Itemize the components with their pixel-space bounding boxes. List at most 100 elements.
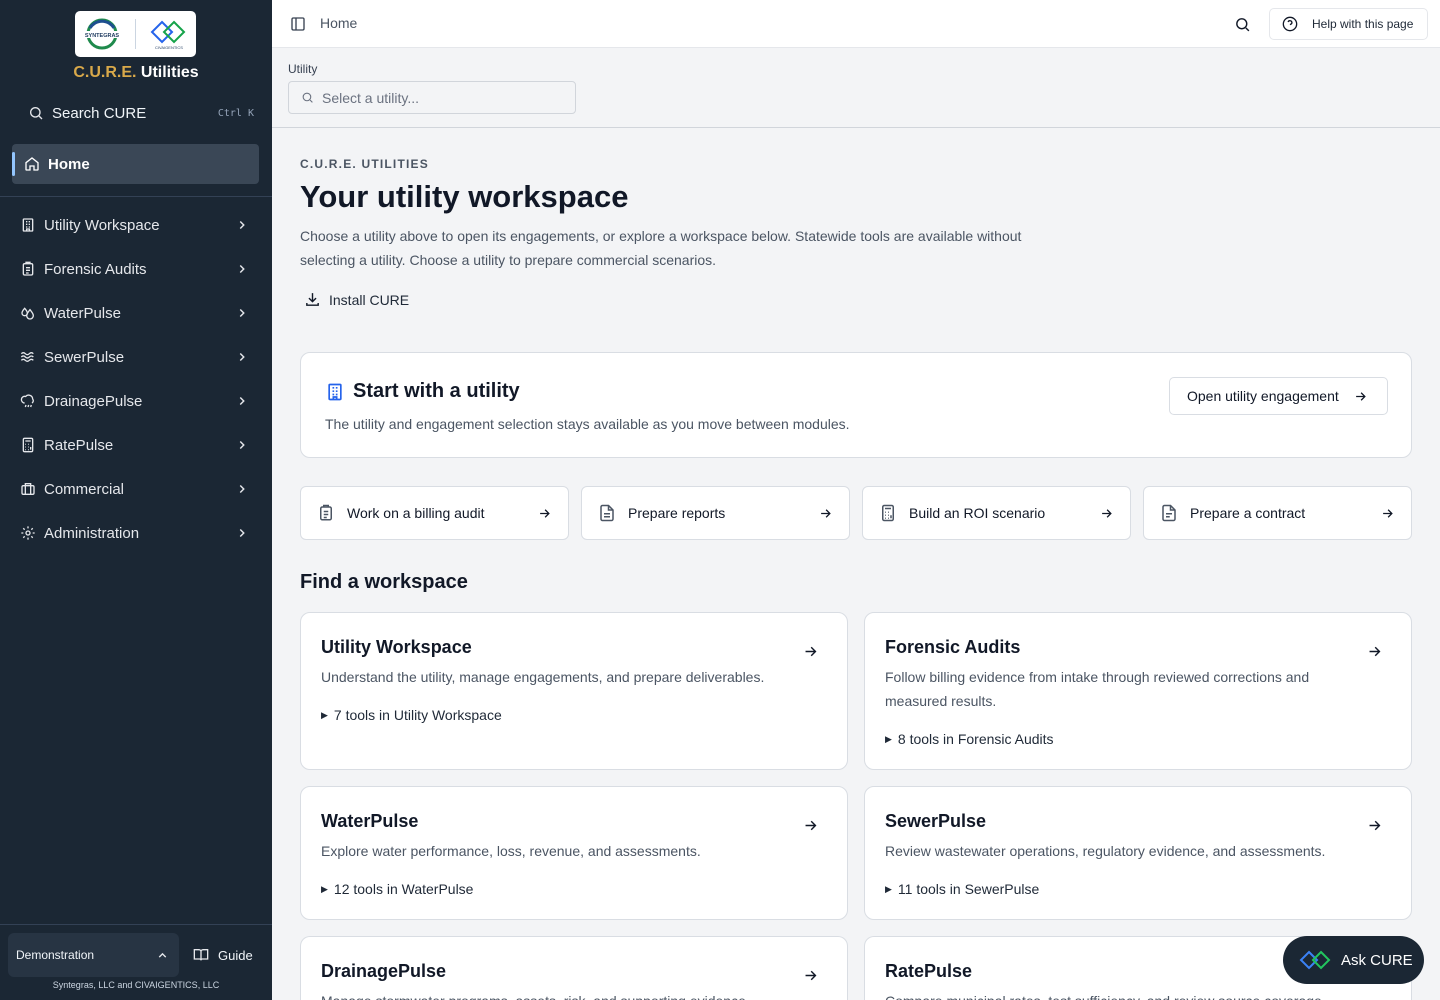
svg-text:SYNTEGRAS: SYNTEGRAS [85, 33, 120, 39]
page-intro: Choose a utility above to open its engag… [300, 228, 1022, 268]
brand-title: C.U.R.E. Utilities [0, 64, 272, 82]
sidebar-item-sewerpulse[interactable]: SewerPulse [12, 335, 259, 379]
quick-action-roi-scenario[interactable]: Build an ROI scenario [862, 486, 1131, 540]
file-icon [1162, 504, 1176, 522]
workspace-card-forensic-audits[interactable]: Forensic Audits Follow billing evidence … [864, 612, 1412, 770]
chevron-right-icon [239, 352, 245, 362]
workspace-card-sewerpulse[interactable]: SewerPulse Review wastewater operations,… [864, 786, 1412, 920]
workspace-card-drainagepulse[interactable]: DrainagePulse Manage stormwater programs… [300, 936, 848, 1000]
mode-selector[interactable]: Demonstration [8, 933, 179, 977]
sidebar-item-ratepulse[interactable]: RatePulse [12, 423, 259, 467]
ask-cure-label: Ask CURE [1341, 951, 1413, 969]
open-engagement-button[interactable]: Open utility engagement [1169, 377, 1388, 415]
logo-divider [135, 19, 136, 49]
sidebar-item-drainagepulse[interactable]: DrainagePulse [12, 379, 259, 423]
arrow-right-icon [805, 820, 817, 831]
quick-action-label: Prepare reports [628, 505, 726, 521]
ask-cure-button[interactable]: Ask CURE [1283, 936, 1424, 984]
mode-label: Demonstration [16, 948, 95, 962]
building-icon [328, 383, 342, 400]
workspace-card-description: Manage stormwater programs, assets, risk… [321, 989, 781, 1000]
search-cure-button[interactable]: Search CURE Ctrl K [18, 98, 254, 128]
chevron-right-icon [239, 396, 245, 406]
guide-label: Guide [218, 947, 253, 963]
workspace-card-title: RatePulse [885, 961, 973, 981]
workspace-card-title: DrainagePulse [321, 961, 447, 981]
sidebar-item-utility-workspace[interactable]: Utility Workspace [12, 203, 259, 247]
workspace-card-title: Utility Workspace [321, 637, 472, 657]
help-button[interactable]: Help with this page [1269, 8, 1428, 40]
brand-part-2: Utilities [140, 64, 199, 81]
caret-right-icon: ▶ [321, 709, 328, 720]
workspace-card-description: Compare municipal rates, test sufficienc… [885, 989, 1345, 1000]
chevron-right-icon [239, 484, 245, 494]
sidebar-item-commercial[interactable]: Commercial [12, 467, 259, 511]
sidebar-item-home[interactable]: Home [12, 144, 259, 184]
workspace-card-waterpulse[interactable]: WaterPulse Explore water performance, lo… [300, 786, 848, 920]
sidebar-item-home-label: Home [48, 155, 90, 173]
sidebar-item-forensic-audits[interactable]: Forensic Audits [12, 247, 259, 291]
workspace-tools-toggle[interactable]: ▶ 12 tools in WaterPulse [321, 881, 473, 897]
quick-action-prepare-reports[interactable]: Prepare reports [581, 486, 850, 540]
workspace-tools-toggle[interactable]: ▶ 7 tools in Utility Workspace [321, 707, 502, 723]
calculator-icon [22, 437, 34, 453]
install-button[interactable]: Install CURE [304, 291, 409, 308]
workspace-card-description: Follow billing evidence from intake thro… [885, 669, 1310, 709]
home-icon [25, 157, 39, 171]
arrow-right-icon [1369, 820, 1381, 831]
sidebar-item-waterpulse[interactable]: WaterPulse [12, 291, 259, 335]
sidebar: SYNTEGRAS CIVAIGENTICS C.U.R.E. Utilitie… [0, 0, 272, 1000]
start-card-title-text: Start with a utility [353, 380, 520, 402]
utility-select[interactable]: Select a utility... [288, 81, 576, 114]
guide-button[interactable]: Guide [192, 933, 253, 977]
sidebar-item-label: Administration [44, 524, 140, 542]
search-icon[interactable] [1234, 16, 1251, 33]
arrow-right-icon [1102, 508, 1112, 518]
workspace-tools-toggle[interactable]: ▶ 11 tools in SewerPulse [885, 881, 1039, 897]
quick-action-label: Work on a billing audit [347, 505, 485, 521]
caret-right-icon: ▶ [885, 733, 892, 744]
workspace-card-title: SewerPulse [885, 811, 987, 831]
gear-icon [21, 526, 35, 540]
cloud-rain-icon [20, 394, 34, 408]
workspace-card-description: Explore water performance, loss, revenue… [321, 843, 701, 859]
workspace-tools-toggle[interactable]: ▶ 8 tools in Forensic Audits [885, 731, 1054, 747]
open-engagement-label: Open utility engagement [1187, 388, 1339, 404]
workspace-card-utility-workspace[interactable]: Utility Workspace Understand the utility… [300, 612, 848, 770]
section-title: Find a workspace [300, 571, 468, 593]
arrow-right-icon [1355, 391, 1366, 401]
syntegras-logo-icon: SYNTEGRAS [83, 18, 121, 50]
caret-right-icon: ▶ [321, 883, 328, 894]
calculator-icon [882, 504, 894, 522]
download-icon [306, 293, 319, 306]
search-icon [30, 107, 43, 120]
arrow-right-icon [821, 508, 831, 518]
utility-bar: Utility Select a utility... [272, 49, 1440, 128]
logo[interactable]: SYNTEGRAS CIVAIGENTICS [75, 11, 196, 57]
briefcase-icon [21, 483, 35, 495]
help-label: Help with this page [1312, 17, 1414, 31]
civaigentics-logo-icon: CIVAIGENTICS [150, 20, 186, 50]
start-card-title: Start with a utility [325, 380, 520, 403]
quick-action-contract[interactable]: Prepare a contract [1143, 486, 1412, 540]
workspace-tools-label: 12 tools in WaterPulse [333, 881, 474, 897]
sidebar-item-administration[interactable]: Administration [12, 511, 259, 555]
brand-part-1: C.U.R.E. [73, 64, 137, 81]
sidebar-footer-divider [0, 924, 272, 925]
sidebar-item-label: Forensic Audits [44, 260, 147, 278]
building-icon [22, 218, 34, 232]
search-cure-label: Search CURE [52, 104, 147, 122]
quick-action-billing-audit[interactable]: Work on a billing audit [300, 486, 569, 540]
chevron-right-icon [239, 440, 245, 450]
help-circle-icon [1282, 16, 1298, 32]
file-text-icon [600, 504, 614, 522]
workspace-card-title: WaterPulse [321, 811, 419, 831]
utility-label: Utility [288, 62, 318, 76]
page-eyebrow: C.U.R.E. UTILITIES [300, 157, 429, 171]
chevron-right-icon [239, 308, 245, 318]
sidebar-item-label: Commercial [44, 480, 125, 498]
workspace-tools-label: 7 tools in Utility Workspace [333, 707, 502, 723]
arrow-right-icon [1369, 646, 1381, 657]
sidebar-item-label: DrainagePulse [44, 392, 143, 410]
sidebar-toggle-icon[interactable] [290, 16, 306, 32]
